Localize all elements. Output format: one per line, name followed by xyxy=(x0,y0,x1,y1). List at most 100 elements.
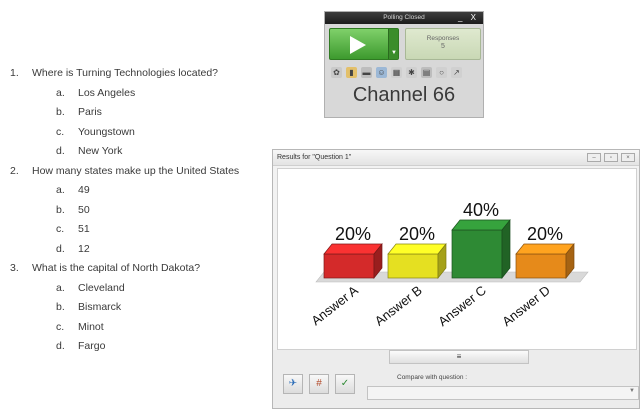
answer-option: d. Fargo xyxy=(10,337,275,357)
grid-icon[interactable]: ▦ xyxy=(391,66,402,78)
answer-option: d. New York xyxy=(10,142,275,162)
ranking-icon[interactable]: # xyxy=(309,374,329,394)
print-icon[interactable]: ▤ xyxy=(421,66,432,78)
responses-value: 5 xyxy=(441,43,445,50)
answer-letter: d. xyxy=(56,145,65,157)
chart-canvas: 20% Answer A 20% Answer B 40% Answer C 20% Answ… xyxy=(308,200,589,330)
answer-text: Los Angeles xyxy=(78,86,136,99)
gear-icon[interactable]: ✱ xyxy=(406,66,417,78)
bar-top xyxy=(515,243,575,255)
bar-top xyxy=(451,219,511,231)
chevron-down-icon: ▼ xyxy=(629,388,635,394)
bar-front xyxy=(451,229,503,279)
answer-letter: d. xyxy=(56,340,65,352)
results-title: Results for "Question 1" xyxy=(277,154,352,161)
question-number: 1. xyxy=(10,67,19,79)
answer-text: 51 xyxy=(78,223,90,235)
start-polling-button[interactable]: ▼ xyxy=(329,28,399,60)
answer-text: 50 xyxy=(78,203,90,216)
answer-option: c. Minot xyxy=(10,318,275,338)
maximize-button[interactable]: ▫ xyxy=(604,153,618,162)
answer-text: Bismarck xyxy=(78,301,122,313)
answer-option: c. 51 xyxy=(10,220,275,240)
compare-label: Compare with question : xyxy=(397,374,468,381)
answer-letter: b. xyxy=(56,301,65,313)
question-number: 2. xyxy=(10,164,19,177)
results-chart: 20% Answer A 20% Answer B 40% Answer C 20% Answ… xyxy=(277,168,637,350)
chat-icon[interactable]: ○ xyxy=(436,66,447,78)
results-title-bar: Results for "Question 1" – ▫ × xyxy=(273,150,639,166)
question-list: 1. Where is Turning Technologies located?… xyxy=(10,64,275,357)
answer-letter: a. xyxy=(56,281,65,294)
people-icon[interactable]: ☺ xyxy=(376,66,387,78)
answer-text: Minot xyxy=(78,320,104,333)
answer-letter: b. xyxy=(56,106,65,118)
star-icon[interactable]: ✿ xyxy=(331,66,342,78)
answer-letter: c. xyxy=(56,125,65,138)
channel-label: Channel 66 xyxy=(352,84,456,106)
polling-title: Polling Closed xyxy=(383,14,425,21)
answer-text: Youngstown xyxy=(78,125,135,138)
answer-option: a. 49 xyxy=(10,181,275,201)
bar-front xyxy=(515,253,567,279)
category-label: Answer C xyxy=(435,283,489,330)
pin-icon[interactable]: ✈ xyxy=(283,374,303,394)
polling-widget: Polling Closed _ X ▼ Responses 5 ✿ ▮ ▬ ☺… xyxy=(324,11,484,118)
question-item: 2. How many states make up the United Sta… xyxy=(10,162,275,182)
chevron-down-icon: ▼ xyxy=(391,50,397,56)
bar-side xyxy=(501,219,511,279)
bar-value-label: 20% xyxy=(527,224,563,244)
play-icon xyxy=(350,36,366,54)
answer-text: Cleveland xyxy=(78,281,125,294)
question-number: 3. xyxy=(10,262,19,274)
answer-option: c. Youngstown xyxy=(10,123,275,143)
answer-letter: a. xyxy=(56,86,65,99)
polling-title-bar: Polling Closed _ X xyxy=(325,12,483,24)
correct-icon[interactable]: ✓ xyxy=(335,374,355,394)
polling-toolbar: ✿ ▮ ▬ ☺ ▦ ✱ ▤ ○ ↗ xyxy=(331,65,477,79)
answer-letter: a. xyxy=(56,184,65,196)
answer-letter: b. xyxy=(56,203,65,216)
answer-option: b. Paris xyxy=(10,103,275,123)
minimize-button[interactable]: – xyxy=(587,153,601,162)
polling-options-dropdown[interactable]: ▼ xyxy=(388,29,398,59)
bar-value-label: 20% xyxy=(399,224,435,244)
answer-text: 12 xyxy=(78,242,90,255)
question-text: Where is Turning Technologies located? xyxy=(32,67,219,79)
category-label: Answer D xyxy=(499,283,553,330)
answer-option: a. Los Angeles xyxy=(10,84,275,104)
question-text: How many states make up the United State… xyxy=(32,164,240,177)
bar-top xyxy=(387,243,447,255)
chart-icon[interactable]: ▮ xyxy=(346,66,357,78)
answer-text: Paris xyxy=(78,106,102,118)
answer-letter: d. xyxy=(56,242,65,255)
answer-option: b. 50 xyxy=(10,201,275,221)
bar-top xyxy=(323,243,383,255)
answer-text: New York xyxy=(78,145,123,157)
bar-value-label: 40% xyxy=(463,200,499,220)
category-label: Answer B xyxy=(372,283,425,329)
export-icon[interactable]: ↗ xyxy=(451,66,462,78)
question-text: What is the capital of North Dakota? xyxy=(32,262,201,274)
question-item: 1. Where is Turning Technologies located? xyxy=(10,64,275,84)
answer-letter: c. xyxy=(56,320,65,333)
category-label: Answer A xyxy=(308,282,361,328)
panel-expander[interactable]: ≡ xyxy=(389,350,529,364)
question-item: 3. What is the capital of North Dakota? xyxy=(10,259,275,279)
answer-option: d. 12 xyxy=(10,240,275,260)
compare-select[interactable]: ▼ xyxy=(367,386,639,400)
polling-window-controls[interactable]: _ X xyxy=(458,12,479,24)
monitor-icon[interactable]: ▬ xyxy=(361,66,372,78)
close-button[interactable]: × xyxy=(621,153,635,162)
answer-option: a. Cleveland xyxy=(10,279,275,299)
answer-text: Fargo xyxy=(78,340,106,352)
answer-option: b. Bismarck xyxy=(10,298,275,318)
bar-value-label: 20% xyxy=(335,224,371,244)
bar-front xyxy=(387,253,439,279)
answer-letter: c. xyxy=(56,223,65,235)
responses-label: Responses xyxy=(426,35,460,42)
bar-front xyxy=(323,253,375,279)
results-window: Results for "Question 1" – ▫ × 20% Answer… xyxy=(272,149,640,409)
responses-counter: Responses 5 xyxy=(405,28,481,60)
results-bottom-panel: ≡ ✈ # ✓ Compare with question : ▼ xyxy=(273,350,639,408)
